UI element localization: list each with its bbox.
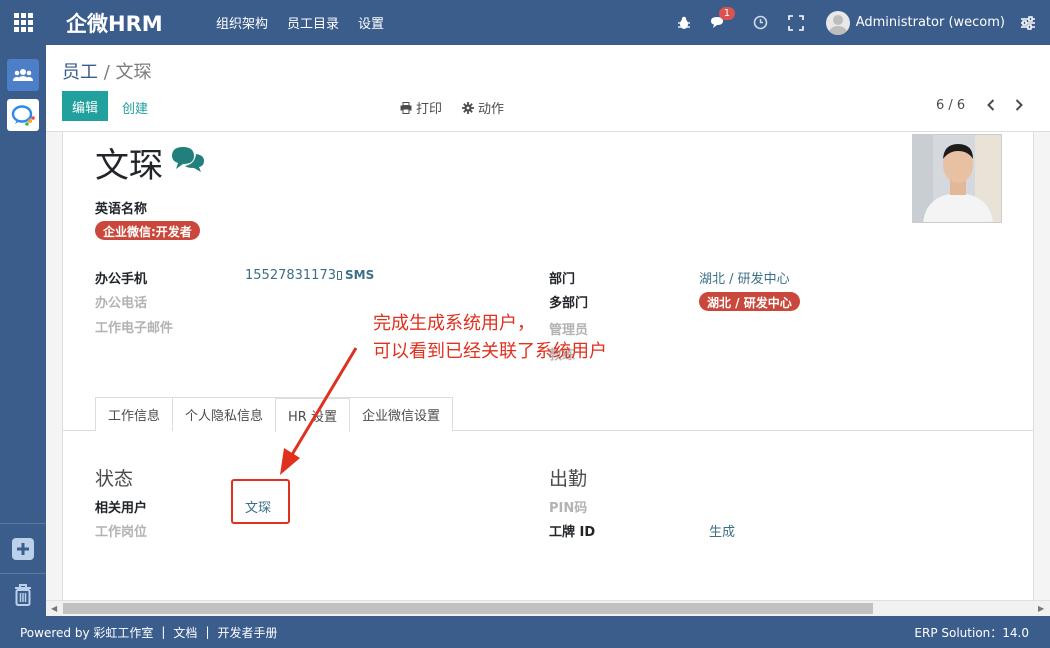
create-button[interactable]: 创建 — [122, 98, 148, 117]
fullscreen-icon[interactable] — [781, 14, 811, 31]
footer-docs-link[interactable]: 文档 — [173, 624, 197, 641]
breadcrumb-parent[interactable]: 员工 — [62, 62, 98, 83]
annotation-highlight-box — [231, 479, 290, 524]
annotation-note: 完成生成系统用户， 可以看到已经关联了系统用户 — [373, 310, 607, 366]
plus-square-icon — [12, 537, 34, 560]
action-label: 动作 — [478, 102, 505, 117]
annotation-line-1: 完成生成系统用户， — [373, 313, 535, 334]
users-icon — [13, 69, 33, 81]
sidebar-item-employees[interactable] — [7, 59, 39, 91]
chat-bubbles-icon[interactable] — [170, 145, 206, 177]
trash-icon — [15, 584, 31, 606]
multi-department-tag: 湖北 / 研发中心 — [699, 292, 800, 311]
scroll-left-arrow-icon[interactable]: ◀ — [51, 604, 57, 613]
form-sheet — [62, 132, 1034, 600]
activity-clock-icon[interactable] — [746, 15, 776, 30]
footer: Powered by 彩虹工作室 | 文档 | 开发者手册 ERP Soluti… — [0, 616, 1050, 648]
avatar — [825, 10, 850, 35]
menu-item-settings[interactable]: 设置 — [358, 13, 384, 32]
print-label: 打印 — [416, 102, 443, 117]
status-section-title: 状态 — [95, 468, 134, 490]
employee-photo[interactable] — [912, 134, 1002, 223]
menu-item-org[interactable]: 组织架构 — [216, 13, 268, 32]
sidebar-trash-button[interactable] — [0, 573, 46, 616]
footer-separator: | — [205, 625, 210, 639]
sms-button[interactable]: SMS — [337, 268, 374, 282]
action-button[interactable]: 动作 — [462, 98, 504, 117]
badge-id-label: 工牌 ID — [549, 525, 596, 540]
sms-label: SMS — [345, 268, 375, 282]
horizontal-scrollbar[interactable]: ◀ ▶ — [46, 600, 1050, 616]
edit-button[interactable]: 编辑 — [62, 91, 108, 121]
pager-value: 6 / 6 — [936, 98, 966, 113]
notification-badge: 1 — [718, 6, 736, 20]
debug-bug-icon[interactable] — [669, 16, 699, 30]
sidebar-add-button[interactable] — [0, 523, 46, 573]
chevron-right-icon — [1015, 99, 1023, 111]
tab-work-info[interactable]: 工作信息 — [95, 397, 174, 431]
footer-version: ERP Solution：14.0 — [914, 625, 1029, 640]
control-panel: 员工 / 文琛 编辑 创建 打印 动作 6 / 6 — [46, 45, 1050, 132]
user-menu[interactable]: Administrator (wecom) — [825, 10, 1005, 35]
pin-label: PIN码 — [549, 501, 588, 516]
mobile-icon — [337, 271, 342, 280]
footer-dev-manual-link[interactable]: 开发者手册 — [217, 624, 277, 641]
sliders-icon[interactable] — [1005, 15, 1050, 30]
messaging-icon[interactable]: 1 — [704, 6, 736, 30]
generate-badge-button[interactable]: 生成 — [709, 521, 735, 540]
annotation-line-2: 可以看到已经关联了系统用户 — [373, 341, 607, 362]
printer-icon — [400, 101, 412, 114]
work-mobile-label: 办公手机 — [95, 272, 148, 287]
footer-powered-by[interactable]: Powered by 彩虹工作室 — [20, 624, 153, 641]
app-menu-button[interactable] — [0, 0, 46, 45]
work-phone-label: 办公电话 — [95, 296, 148, 311]
breadcrumb: 员工 / 文琛 — [62, 58, 152, 84]
grid-icon — [13, 13, 33, 32]
pager-next-button[interactable] — [1009, 95, 1029, 115]
work-email-label: 工作电子邮件 — [95, 321, 174, 336]
user-name: Administrator (wecom) — [855, 15, 1005, 30]
department-value[interactable]: 湖北 / 研发中心 — [699, 268, 790, 287]
pager-previous-button[interactable] — [981, 95, 1001, 115]
scrollbar-thumb[interactable] — [63, 603, 873, 614]
wecom-role-tag: 企业微信:开发者 — [95, 221, 200, 240]
gear-icon — [462, 101, 474, 114]
annotation-arrow — [280, 347, 358, 475]
job-position-label: 工作岗位 — [95, 525, 148, 540]
employee-name: 文琛 — [95, 146, 163, 186]
left-sidebar — [0, 45, 46, 616]
attendance-section-title: 出勤 — [549, 468, 588, 490]
related-user-label: 相关用户 — [95, 501, 148, 516]
top-navbar: 企微HRM 组织架构 员工目录 设置 1 Administrator (weco… — [0, 0, 1050, 45]
print-button[interactable]: 打印 — [400, 98, 442, 117]
scroll-right-arrow-icon[interactable]: ▶ — [1038, 604, 1044, 613]
english-name-label: 英语名称 — [95, 202, 148, 217]
multi-department-label: 多部门 — [549, 296, 589, 311]
breadcrumb-separator: / — [98, 62, 116, 83]
chevron-left-icon — [987, 99, 995, 111]
menu-item-directory[interactable]: 员工目录 — [287, 13, 339, 32]
systray: 1 Administrator (wecom) — [664, 0, 1050, 45]
wecom-icon — [11, 105, 35, 126]
footer-separator: | — [161, 625, 166, 639]
tab-private-info[interactable]: 个人隐私信息 — [172, 397, 277, 431]
department-label: 部门 — [549, 272, 576, 287]
work-mobile-value[interactable]: 15527831173 — [245, 268, 336, 283]
breadcrumb-current: 文琛 — [115, 62, 152, 83]
brand-title: 企微HRM — [66, 11, 163, 36]
main-menu: 组织架构 员工目录 设置 — [216, 13, 403, 32]
sidebar-item-wecom[interactable] — [7, 99, 39, 131]
